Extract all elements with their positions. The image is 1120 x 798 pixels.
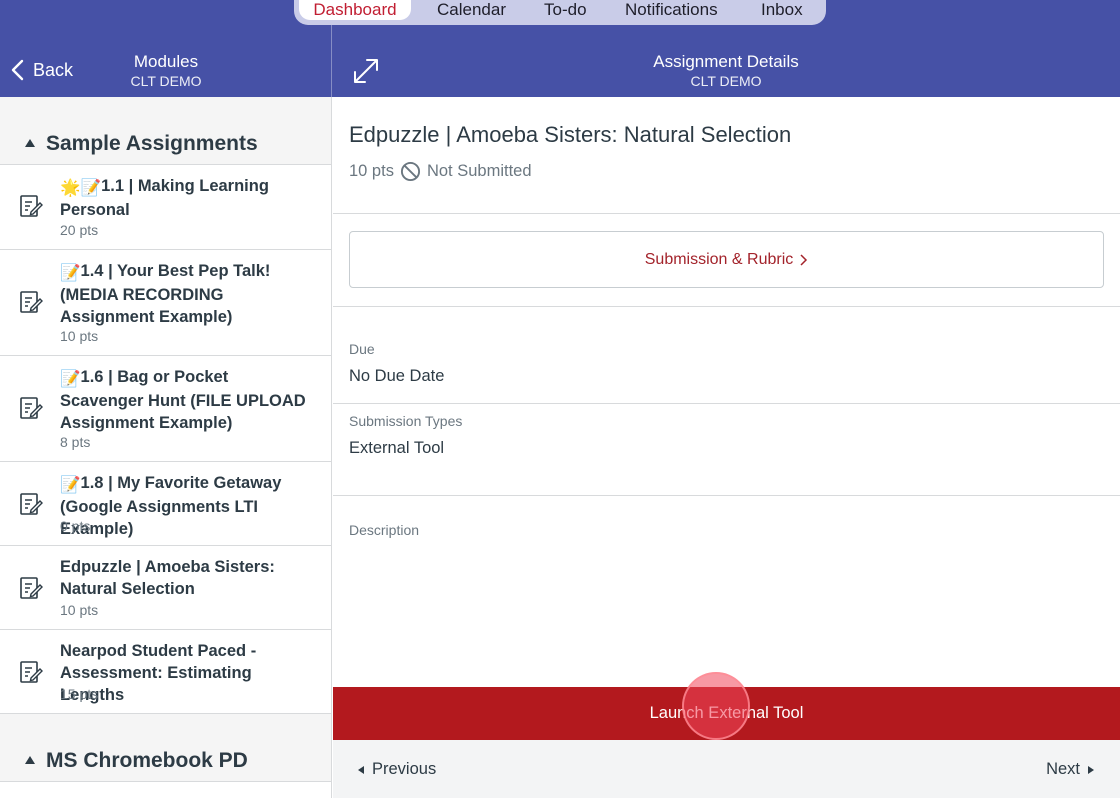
module-item[interactable]: 📝1.4 | Your Best Pep Talk! (MEDIA RECORD…: [0, 249, 331, 355]
assignment-icon: [20, 661, 43, 683]
module-item-title: 📝1.8 | My Favorite Getaway (Google Assig…: [60, 472, 322, 540]
details-title: Assignment Details: [653, 52, 799, 71]
modules-subtitle: CLT DEMO: [130, 73, 202, 89]
triangle-right-icon: [1088, 765, 1094, 774]
divider: [333, 306, 1120, 307]
module-item-title: 🌟📝1.1 | Making Learning Personal: [60, 175, 322, 221]
module-item-points: 10 pts: [60, 602, 99, 618]
module-item[interactable]: Edpuzzle | Amoeba Sisters: Natural Selec…: [0, 545, 331, 629]
module-item-points: 8 pts: [60, 434, 91, 450]
module-item[interactable]: 📝1.8 | My Favorite Getaway (Google Assig…: [0, 461, 331, 545]
emoji: 🌟📝: [60, 179, 102, 197]
module-item-points: 15 pts: [60, 686, 99, 702]
module-item-points: 20 pts: [60, 222, 99, 238]
divider: [333, 403, 1120, 404]
emoji: 📝: [60, 264, 81, 282]
modules-header-title: Modules CLT DEMO: [86, 52, 246, 90]
previous-label: Previous: [372, 760, 437, 778]
module-item-title: 📝1.6 | Bag or Pocket Scavenger Hunt (FIL…: [60, 366, 310, 434]
module-item-title: 📝1.4 | Your Best Pep Talk! (MEDIA RECORD…: [60, 260, 315, 328]
assignment-icon: [20, 291, 43, 313]
module-item[interactable]: 📝1.6 | Bag or Pocket Scavenger Hunt (FIL…: [0, 355, 331, 461]
collapse-triangle-icon: [25, 755, 35, 764]
triangle-left-icon: [358, 765, 364, 774]
assignment-points: 10 pts: [349, 162, 394, 180]
tab-dashboard[interactable]: Dashboard: [299, 0, 411, 20]
assignment-meta: 10 pts Not Submitted: [349, 161, 532, 182]
module-item-title-text: 1.6 | Bag or Pocket Scavenger Hunt (FILE…: [60, 368, 306, 432]
submission-rubric-label: Submission & Rubric: [644, 250, 794, 268]
module-item[interactable]: 🌟📝1.1 | Making Learning Personal 20 pts: [0, 164, 331, 249]
module-item[interactable]: [0, 781, 331, 798]
collapse-triangle-icon: [25, 138, 35, 147]
emoji: 📝: [60, 476, 81, 494]
modules-title: Modules: [133, 52, 199, 71]
chevron-left-icon: [11, 59, 24, 81]
tab-todo[interactable]: To-do: [544, 0, 587, 20]
next-button[interactable]: Next: [1046, 760, 1094, 779]
emoji: 📝: [60, 370, 81, 388]
assignment-icon: [20, 397, 43, 419]
assignment-icon: [20, 195, 43, 217]
module-item-title-text: Edpuzzle | Amoeba Sisters: Natural Selec…: [60, 558, 275, 598]
module-item-title-text: 1.4 | Your Best Pep Talk! (MEDIA RECORDI…: [60, 262, 271, 326]
due-label: Due: [349, 341, 375, 357]
module-item-points: 10 pts: [60, 328, 99, 344]
submission-types-value: External Tool: [349, 439, 445, 457]
module-item-title-text: 1.8 | My Favorite Getaway (Google Assign…: [60, 474, 282, 538]
expand-icon[interactable]: [353, 58, 379, 84]
details-header-title: Assignment Details CLT DEMO: [606, 52, 846, 90]
section-title: Sample Assignments: [46, 131, 258, 155]
section-title: MS Chromebook PD: [46, 748, 248, 772]
assignment-icon: [20, 493, 43, 515]
top-tab-bar: Dashboard Calendar To-do Notifications I…: [294, 0, 826, 25]
assignment-title: Edpuzzle | Amoeba Sisters: Natural Selec…: [349, 122, 792, 147]
submission-rubric-button[interactable]: Submission & Rubric: [349, 231, 1104, 288]
tab-calendar[interactable]: Calendar: [437, 0, 506, 20]
divider: [333, 213, 1120, 214]
divider: [333, 495, 1120, 496]
due-value: No Due Date: [349, 367, 445, 385]
tab-inbox[interactable]: Inbox: [761, 0, 803, 20]
panel-divider: [331, 97, 332, 798]
next-label: Next: [1046, 760, 1080, 778]
assignment-icon: [20, 577, 43, 599]
module-item[interactable]: Nearpod Student Paced - Assessment: Esti…: [0, 629, 331, 714]
touch-indicator: [682, 672, 750, 740]
submission-status: Not Submitted: [426, 162, 532, 180]
module-item-title: Nearpod Student Paced - Assessment: Esti…: [60, 640, 315, 706]
back-label: Back: [33, 59, 74, 80]
module-item-points: 0 pts: [60, 518, 91, 534]
submission-types-label: Submission Types: [349, 413, 463, 429]
chevron-right-icon: [800, 253, 808, 266]
pagination-bar: [333, 740, 1120, 798]
tab-notifications[interactable]: Notifications: [625, 0, 718, 20]
description-label: Description: [349, 522, 420, 538]
modules-panel: Sample Assignments 🌟📝1.1 | Making Learni…: [0, 97, 331, 798]
not-submitted-icon: [400, 161, 420, 182]
module-item-title: Edpuzzle | Amoeba Sisters: Natural Selec…: [60, 556, 275, 600]
back-button[interactable]: Back: [9, 59, 73, 81]
details-subtitle: CLT DEMO: [690, 73, 762, 89]
previous-button[interactable]: Previous: [358, 760, 436, 779]
